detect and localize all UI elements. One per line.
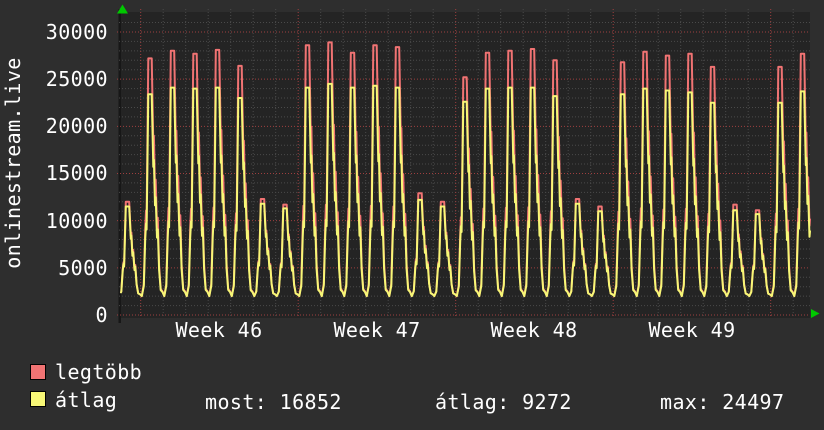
y-axis-tick-label: 15000 bbox=[0, 162, 108, 184]
y-axis-tick-label: 5000 bbox=[0, 257, 108, 279]
y-axis-tick-label: 10000 bbox=[0, 210, 108, 232]
y-axis-tick-label: 0 bbox=[0, 304, 108, 326]
x-axis-week-label: Week 46 bbox=[134, 319, 304, 341]
graph-panel: onlinestream.live 3000025000200001500010… bbox=[0, 0, 824, 430]
legend-label-legtobb: legtöbb bbox=[55, 361, 142, 383]
y-axis-tick-label: 30000 bbox=[0, 21, 108, 43]
legend-swatch-legtobb bbox=[30, 364, 46, 380]
x-axis-week-label: Week 48 bbox=[449, 319, 619, 341]
stat-atlag: átlag: 9272 bbox=[435, 391, 572, 413]
y-axis-tick-label: 20000 bbox=[0, 115, 108, 137]
x-axis-week-label: Week 47 bbox=[292, 319, 462, 341]
y-axis-tick-label: 25000 bbox=[0, 68, 108, 90]
x-axis-week-label: Week 49 bbox=[607, 319, 777, 341]
stat-most: most: 16852 bbox=[205, 391, 342, 413]
stat-max: max: 24497 bbox=[660, 391, 784, 413]
legend-swatch-atlag bbox=[30, 391, 46, 407]
legend-label-atlag: átlag bbox=[55, 389, 117, 411]
